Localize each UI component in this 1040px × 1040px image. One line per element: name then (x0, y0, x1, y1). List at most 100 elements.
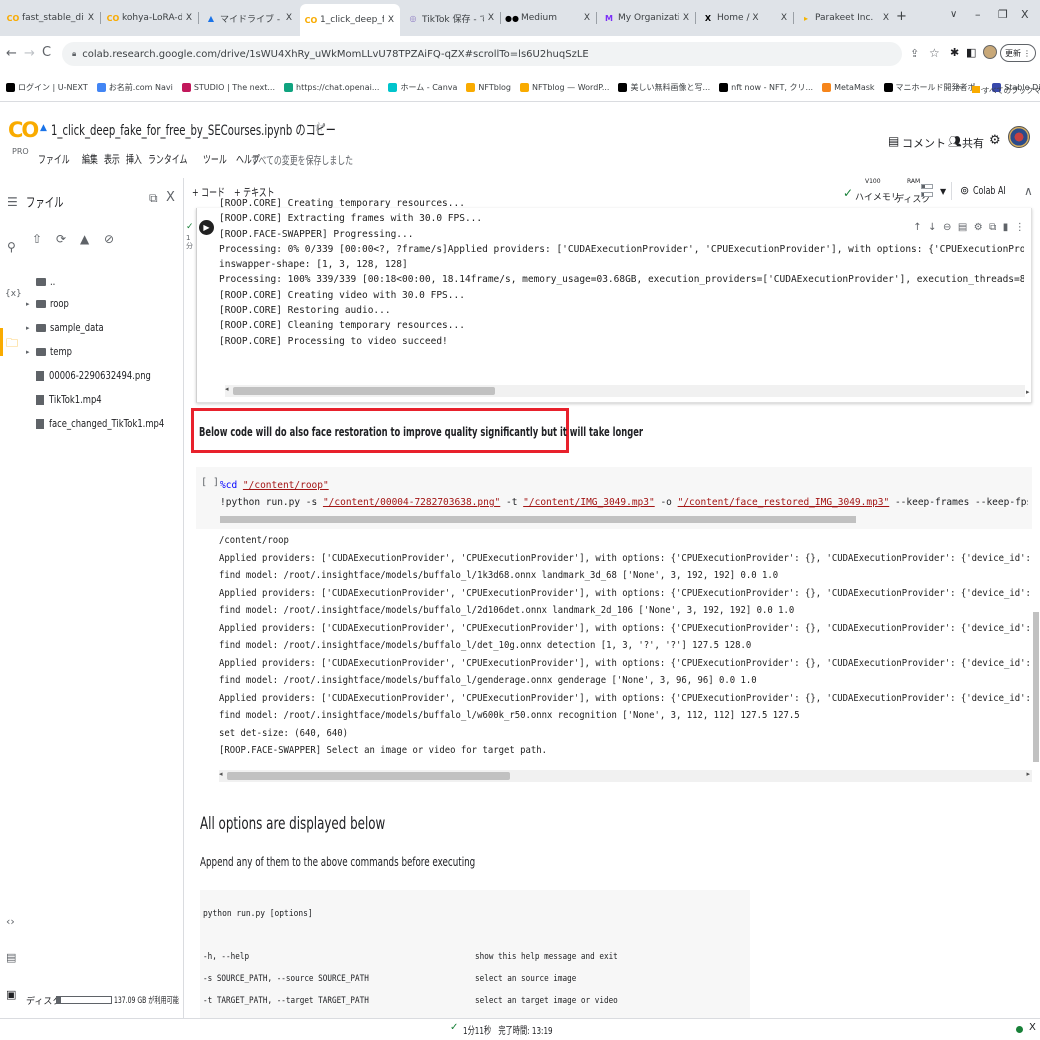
bookmark-star-icon[interactable]: ☆ (929, 46, 940, 60)
file-tree-item[interactable]: 00006-2290632494.png (26, 370, 176, 382)
expand-chevron-icon[interactable]: ▸ (26, 348, 36, 356)
reload-icon[interactable]: C (42, 45, 51, 60)
notebook-title[interactable]: 1_click_deep_fake_for_free_by_SECourses.… (51, 120, 447, 140)
refresh-icon[interactable]: ⟳ (56, 232, 66, 246)
all-bookmarks-link[interactable]: すべてのブックマーク (972, 85, 1040, 96)
cell-1-hscrollbar[interactable]: ◂ (225, 385, 1025, 397)
browser-tab[interactable]: M My Organization | M X (598, 6, 695, 30)
code-snippets-icon[interactable]: ‹› (6, 915, 15, 928)
file-tree-item[interactable]: TikTok1.mp4 (26, 394, 115, 406)
scroll-left-arrow[interactable]: ◂ (225, 385, 229, 393)
expand-chevron-icon[interactable]: ▸ (26, 300, 36, 308)
browser-tab[interactable]: CO1_click_deep_fake_for X (300, 4, 400, 36)
bookmark-item[interactable]: STUDIO | The next... (181, 82, 275, 93)
star-icon[interactable]: ☆ (313, 120, 325, 135)
file-tree-item[interactable]: ▸ temp (26, 346, 77, 358)
mirror-cell-icon[interactable]: ⧉ (989, 222, 996, 233)
bookmark-item[interactable]: ホーム - Canva (388, 82, 457, 93)
file-tree-item[interactable]: ▸ roop (26, 298, 74, 310)
scroll-thumb[interactable] (233, 387, 495, 395)
cell-2-code[interactable]: [ ] %cd "/content/roop" !python run.py -… (196, 467, 1032, 529)
open-new-tab-icon[interactable]: ⧉ (149, 191, 158, 206)
file-tree-item[interactable]: face_changed_TikTok1.mp4 (26, 418, 193, 430)
tab-search-button[interactable]: ∨ (950, 9, 957, 20)
browser-tab[interactable]: X Home / X X (697, 6, 793, 30)
status-close-button[interactable]: X (1029, 1022, 1036, 1033)
browser-tab[interactable]: ▸ Parakeet Inc. X (795, 6, 895, 30)
variables-icon[interactable]: {x} (5, 289, 22, 299)
bookmark-item[interactable]: https://chat.openai... (284, 82, 379, 93)
forward-icon[interactable]: → (24, 46, 35, 61)
bookmark-item[interactable]: 美しい無料画像と写... (618, 82, 710, 93)
run-cell-button[interactable]: ▶ (199, 220, 214, 235)
move-up-icon[interactable]: ↑ (913, 222, 921, 233)
maximize-button[interactable]: ❐ (998, 8, 1008, 21)
close-tab-icon[interactable]: X (88, 13, 94, 23)
menu-item[interactable]: ツール (203, 151, 236, 167)
menu-item[interactable]: ファイル (38, 151, 82, 167)
cell-2-source[interactable]: %cd "/content/roop" !python run.py -s "/… (220, 477, 1028, 511)
address-bar[interactable]: 🔒︎ colab.research.google.com/drive/1sWU4… (62, 42, 902, 66)
close-tab-icon[interactable]: X (488, 13, 494, 23)
file-tree-item[interactable]: ▸ sample_data (26, 322, 117, 334)
bookmark-item[interactable]: MetaMask (822, 82, 875, 93)
hide-icon[interactable]: ⊘ (104, 232, 114, 246)
comment-button[interactable]: コメント (902, 135, 946, 151)
cell-2-bracket[interactable]: [ ] (201, 477, 219, 488)
back-icon[interactable]: ← (6, 46, 17, 61)
search-icon[interactable]: ⚲ (7, 240, 16, 254)
browser-tab[interactable]: ▲ マイドライブ - Google ドライブ X (200, 6, 298, 30)
cell-1[interactable]: [ROOP.CORE] Creating temporary resources… (196, 198, 1032, 403)
browser-tab[interactable]: COfast_stable_diffusion_ X (2, 6, 100, 30)
close-tab-icon[interactable]: X (186, 13, 192, 23)
expand-chevron-icon[interactable]: ▸ (26, 324, 36, 332)
close-tab-icon[interactable]: X (781, 13, 787, 23)
delete-icon[interactable]: ▮ (1003, 222, 1009, 233)
scroll-right-arrow[interactable]: ▸ (1026, 770, 1030, 778)
close-tab-icon[interactable]: X (388, 15, 394, 25)
page-scrollbar[interactable] (1033, 612, 1039, 762)
toc-icon[interactable]: ☰ (7, 195, 18, 209)
bookmark-item[interactable]: ログイン | U-NEXT (6, 82, 88, 93)
scroll-left-arrow[interactable]: ◂ (219, 770, 223, 778)
bookmark-item[interactable]: マニホールド開発者ポ... (883, 82, 983, 93)
comment-cell-icon[interactable]: ▤ (958, 222, 967, 233)
cell-settings-icon[interactable]: ⚙ (974, 222, 983, 233)
cell-2-code-scrollbar[interactable] (220, 516, 856, 523)
collapse-chevron-icon[interactable]: ∧ (1024, 184, 1033, 198)
sidepanel-icon[interactable]: ◧ (966, 46, 976, 59)
terminal-icon[interactable]: ▣ (6, 988, 16, 1001)
menu-item[interactable]: 編集 (82, 151, 104, 167)
cell-2-hscrollbar[interactable]: ◂ ▸ (219, 770, 1032, 782)
account-avatar[interactable] (1008, 126, 1030, 148)
close-tab-icon[interactable]: X (683, 13, 689, 23)
close-tab-icon[interactable]: X (883, 13, 889, 23)
minimize-button[interactable]: – (975, 8, 981, 21)
settings-gear-icon[interactable]: ⚙ (989, 133, 1001, 148)
close-tab-icon[interactable]: X (584, 13, 590, 23)
new-tab-button[interactable]: + (896, 9, 907, 24)
close-panel-icon[interactable]: X (166, 190, 175, 205)
profile-avatar[interactable] (983, 45, 997, 59)
scroll-thumb[interactable] (227, 772, 510, 780)
menu-item[interactable]: ランタイム (148, 151, 203, 167)
bookmark-item[interactable]: nft now - NFT, クリ... (719, 82, 813, 93)
bookmark-item[interactable]: お名前.com Navi (96, 82, 173, 93)
move-down-icon[interactable]: ↓ (928, 222, 936, 233)
share-icon[interactable]: ⇪ (910, 47, 919, 60)
update-button[interactable]: 更新 ⋮ (1000, 44, 1036, 62)
menu-item[interactable]: 挿入 (126, 151, 148, 167)
mount-drive-icon[interactable]: ▲ (80, 232, 89, 246)
bookmarks-overflow[interactable]: » (955, 82, 961, 93)
close-tab-icon[interactable]: X (286, 13, 292, 23)
save-status[interactable]: すべての変更を保存しました (251, 152, 393, 168)
menu-item[interactable]: 表示 (104, 151, 126, 167)
bookmark-item[interactable]: NFTblog — WordP... (520, 82, 609, 93)
browser-tab[interactable]: ●● Medium X (501, 6, 596, 30)
browser-tab[interactable]: COkohya-LoRA-dreamb X (102, 6, 198, 30)
close-window-button[interactable]: X (1021, 8, 1029, 21)
runtime-dropdown-icon[interactable]: ▼ (940, 187, 946, 196)
files-folder-icon[interactable]: 🗀︎ (6, 334, 18, 355)
upload-icon[interactable]: ⇧ (32, 232, 42, 246)
share-button[interactable]: 共有 (962, 135, 984, 151)
